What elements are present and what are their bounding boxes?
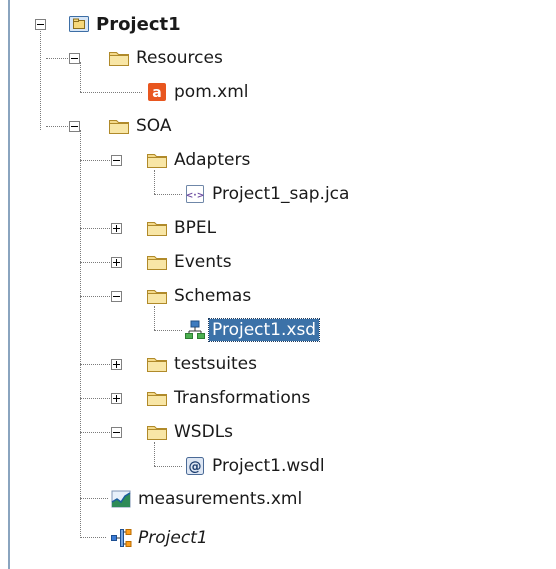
tree-line xyxy=(80,537,106,538)
tree-line xyxy=(154,466,182,467)
folder-icon xyxy=(147,154,167,168)
tree-node-label: Events xyxy=(174,252,232,272)
svg-text:<·>: <·> xyxy=(186,191,205,201)
folder-icon xyxy=(147,256,167,270)
tree-node-project1-wsdl[interactable]: @ Project1.wsdl xyxy=(184,449,325,483)
tree-node-label: Transformations xyxy=(174,388,311,408)
tree-node-project1-root[interactable]: Project1 xyxy=(68,7,181,41)
tree-line xyxy=(80,398,112,399)
collapse-toggle-root[interactable] xyxy=(35,19,46,30)
tree-line xyxy=(80,92,142,93)
tree-line xyxy=(80,160,112,161)
tree-node-resources[interactable]: Resources xyxy=(108,41,223,75)
tree-node-label: Schemas xyxy=(174,286,252,306)
tree-line xyxy=(80,62,81,92)
tree-node-soa[interactable]: SOA xyxy=(108,109,172,143)
tree-node-label: Project1.xsd xyxy=(207,318,321,342)
tree-node-label: Project1.wsdl xyxy=(212,456,325,476)
jca-file-icon: <·> xyxy=(186,185,205,203)
expand-toggle-bpel[interactable] xyxy=(111,223,122,234)
tree-node-adapters[interactable]: Adapters xyxy=(146,143,250,177)
tree-node-label: Project1_sap.jca xyxy=(212,184,350,204)
project-icon xyxy=(69,16,89,32)
tree-node-bpel[interactable]: BPEL xyxy=(146,211,216,245)
collapse-toggle-schemas[interactable] xyxy=(111,291,122,302)
folder-icon xyxy=(147,222,167,236)
xsd-schema-icon xyxy=(185,320,205,339)
tree-node-label: pom.xml xyxy=(174,82,249,102)
maven-file-icon: a xyxy=(148,83,166,101)
collapse-toggle-wsdls[interactable] xyxy=(111,427,122,438)
tree-line xyxy=(80,296,112,297)
tree-line xyxy=(154,330,182,331)
tree-node-label: Adapters xyxy=(174,150,251,170)
expand-toggle-transformations[interactable] xyxy=(111,393,122,404)
folder-icon xyxy=(109,120,129,134)
folder-icon xyxy=(147,392,167,406)
tree-node-label: Project1 xyxy=(96,13,181,35)
tree-node-label: measurements.xml xyxy=(138,489,303,509)
folder-icon xyxy=(147,290,167,304)
tree-line xyxy=(154,194,182,195)
tree-node-label: Project1 xyxy=(138,528,208,548)
tree-line xyxy=(80,228,112,229)
tree-line xyxy=(80,262,112,263)
measurements-chart-icon xyxy=(111,490,131,508)
collapse-toggle-soa[interactable] xyxy=(69,121,80,132)
folder-icon xyxy=(147,426,167,440)
folder-icon xyxy=(109,52,129,66)
expand-toggle-testsuites[interactable] xyxy=(111,359,122,370)
collapse-toggle-resources[interactable] xyxy=(69,53,80,64)
tree-node-wsdls[interactable]: WSDLs xyxy=(146,415,233,449)
expand-toggle-events[interactable] xyxy=(111,257,122,268)
svg-text:a: a xyxy=(152,85,161,101)
tree-line xyxy=(80,432,112,433)
tree-node-project1-sap-jca[interactable]: <·> Project1_sap.jca xyxy=(184,177,350,211)
folder-icon xyxy=(147,358,167,372)
tree-line xyxy=(40,26,41,130)
tree-line xyxy=(80,498,108,499)
tree-node-project1-composite[interactable]: Project1 xyxy=(110,521,208,555)
tree-node-project1-xsd[interactable]: Project1.xsd xyxy=(184,313,321,347)
wsdl-file-icon: @ xyxy=(186,457,204,475)
tree-node-label: SOA xyxy=(136,116,172,136)
project-tree: Project1 Resources a pom.xml SOA Adapter… xyxy=(0,0,556,569)
tree-node-schemas[interactable]: Schemas xyxy=(146,279,251,313)
collapse-toggle-adapters[interactable] xyxy=(111,155,122,166)
tree-node-label: BPEL xyxy=(174,218,217,238)
tree-node-transformations[interactable]: Transformations xyxy=(146,381,310,415)
composite-icon xyxy=(111,529,132,547)
tree-node-label: testsuites xyxy=(174,354,257,374)
tree-node-label: Resources xyxy=(136,48,223,68)
tree-node-events[interactable]: Events xyxy=(146,245,232,279)
tree-node-testsuites[interactable]: testsuites xyxy=(146,347,257,381)
tree-node-label: WSDLs xyxy=(174,422,234,442)
svg-text:@: @ xyxy=(189,460,202,475)
tree-line xyxy=(80,364,112,365)
tree-line xyxy=(80,130,81,538)
tree-node-measurements-xml[interactable]: measurements.xml xyxy=(110,482,302,516)
tree-node-pom-xml[interactable]: a pom.xml xyxy=(146,75,249,109)
